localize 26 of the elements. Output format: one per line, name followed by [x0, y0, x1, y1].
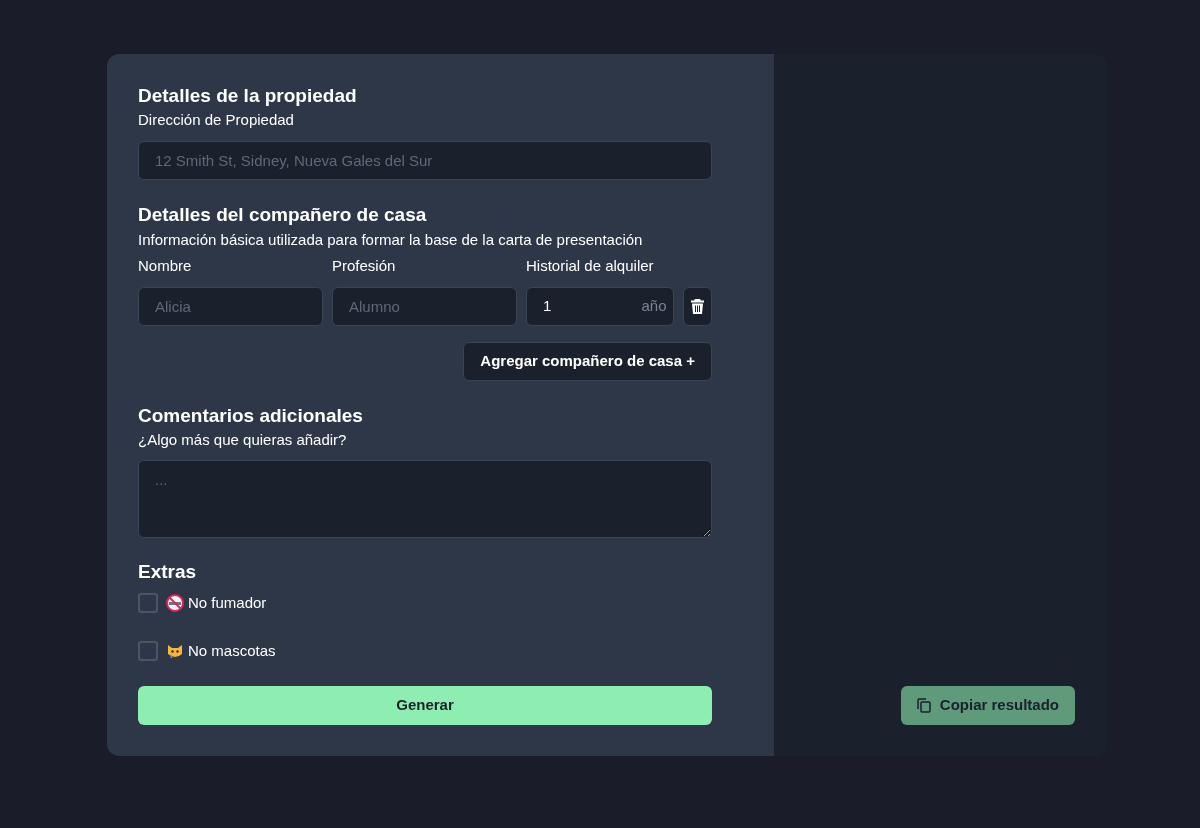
- section-title: Comentarios adicionales: [138, 403, 364, 428]
- section-description: Información básica utilizada para formar la base de la carta de presentación: [138, 229, 644, 250]
- address-field[interactable]: 12 Smith St, Sidney, Nueva Gales del Sur: [138, 140, 712, 180]
- copy-icon: [916, 698, 931, 713]
- column-label: Profesión: [332, 256, 397, 276]
- column-label: Nombre: [138, 256, 193, 276]
- field-label: ¿Algo más que quieras añadir?: [138, 429, 348, 450]
- column-label: Historial de alquiler: [526, 256, 655, 276]
- rental-history-field[interactable]: 1 año: [526, 286, 674, 326]
- generate-button[interactable]: Generar: [138, 686, 712, 725]
- trash-icon: [690, 298, 704, 314]
- comments-field[interactable]: ...: [138, 460, 712, 538]
- checkbox[interactable]: [138, 640, 158, 661]
- field-label: Dirección de Propiedad: [138, 110, 295, 130]
- profession-field[interactable]: Alumno: [332, 286, 517, 326]
- add-housemate-button[interactable]: Agregar compañero de casa +: [463, 341, 712, 381]
- name-field[interactable]: Alicia: [138, 286, 323, 326]
- no-smoking-icon: [166, 594, 184, 613]
- delete-button[interactable]: [682, 286, 712, 326]
- section-title: Detalles de la propiedad: [138, 84, 358, 108]
- section-title: Detalles del compañero de casa: [138, 202, 428, 227]
- checkbox[interactable]: [138, 593, 158, 614]
- unit-label: año: [641, 295, 667, 316]
- section-title: Extras: [138, 560, 198, 584]
- checkbox-label: No fumador: [188, 593, 267, 613]
- checkbox-label: No mascotas: [188, 640, 276, 661]
